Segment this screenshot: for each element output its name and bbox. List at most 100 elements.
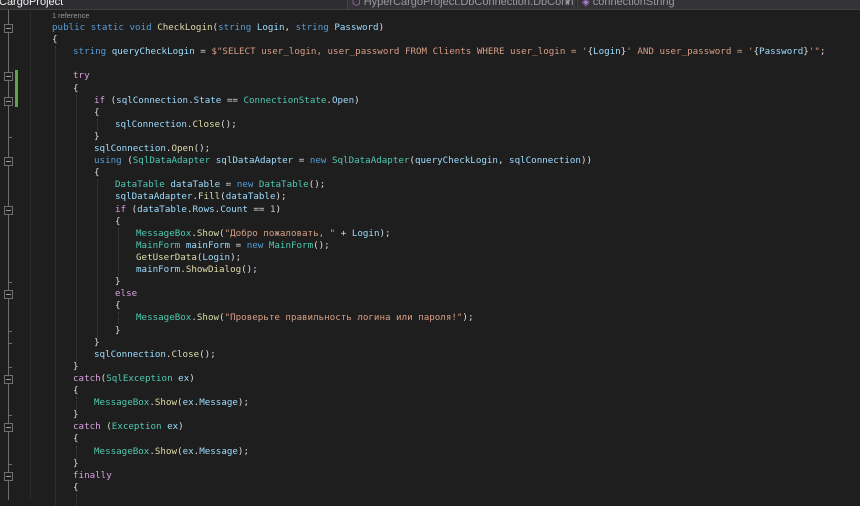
code-line[interactable]: sqlConnection.Close();: [115, 119, 237, 131]
code-token: ' AND user_password = ': [626, 46, 754, 58]
code-line[interactable]: {: [115, 216, 121, 228]
code-line[interactable]: MessageBox.Show("Добро пожаловать, " + L…: [136, 228, 391, 240]
code-token: "Проверьте правильность логина или парол…: [224, 312, 463, 324]
collapse-toggle-icon[interactable]: [4, 96, 13, 106]
code-line[interactable]: }: [73, 409, 79, 421]
indent-guide: [118, 227, 119, 277]
code-token: =: [194, 46, 212, 58]
code-token: Login: [351, 227, 380, 239]
code-line[interactable]: MessageBox.Show(ex.Message);: [94, 446, 249, 458]
code-line[interactable]: }: [73, 458, 79, 470]
code-line[interactable]: }: [94, 131, 100, 143]
code-line[interactable]: using (SqlDataAdapter sqlDataAdapter = n…: [94, 155, 592, 167]
code-token: Show: [154, 445, 178, 457]
code-line[interactable]: if (sqlConnection.State == ConnectionSta…: [94, 95, 360, 107]
code-token: Open: [331, 94, 355, 106]
code-line[interactable]: {: [73, 482, 79, 494]
code-token: ();: [241, 264, 258, 275]
code-line[interactable]: MainForm mainForm = new MainForm();: [136, 240, 330, 252]
code-token: Login: [593, 46, 621, 58]
code-line[interactable]: mainForm.ShowDialog();: [136, 264, 258, 276]
code-token: Message: [199, 445, 238, 457]
code-token: SqlDataAdapter: [331, 155, 410, 167]
code-line[interactable]: {: [94, 107, 100, 119]
editor-margin: [0, 10, 31, 500]
code-token: catch: [73, 372, 101, 384]
code-line[interactable]: DataTable dataTable = new DataTable();: [115, 179, 325, 191]
code-token: "Добро пожаловать, ": [224, 227, 336, 239]
code-line[interactable]: }: [94, 337, 100, 349]
code-token: ): [354, 94, 360, 106]
collapse-toggle-icon[interactable]: [4, 205, 13, 215]
code-token: ex: [182, 445, 194, 457]
collapse-toggle-icon[interactable]: [4, 72, 13, 82]
code-line[interactable]: {: [73, 83, 79, 95]
indent-guide: [76, 445, 77, 458]
code-token: ,: [284, 22, 296, 33]
code-token: mainForm: [185, 239, 231, 251]
code-editor[interactable]: 1 reference public static void CheckLogi…: [0, 10, 860, 506]
fold-end-marker: [8, 330, 12, 332]
collapse-toggle-icon[interactable]: [4, 157, 13, 167]
code-token: ;: [819, 46, 826, 58]
code-line[interactable]: {: [94, 167, 100, 179]
code-token: Show: [196, 227, 220, 239]
code-token: MainForm: [136, 239, 181, 251]
code-token: '": [808, 46, 820, 58]
code-line[interactable]: string queryCheckLogin = $"SELECT user_l…: [73, 46, 825, 58]
code-token: Password: [334, 22, 379, 33]
code-token: queryCheckLogin: [414, 155, 498, 167]
code-token: string: [218, 22, 252, 33]
code-line[interactable]: try: [73, 70, 90, 82]
code-token: MessageBox: [94, 445, 150, 457]
code-line[interactable]: else: [115, 288, 137, 300]
indent-guide: [97, 179, 98, 337]
code-token: Login: [202, 251, 231, 263]
fold-end-marker: [8, 136, 12, 138]
code-line[interactable]: {: [115, 300, 121, 312]
member-dropdown[interactable]: ◈ connectionString: [577, 0, 860, 9]
code-token: (: [100, 421, 112, 433]
collapse-toggle-icon[interactable]: [4, 290, 13, 300]
indent-guide: [97, 118, 98, 131]
code-line[interactable]: sqlConnection.Open();: [94, 143, 210, 155]
code-line[interactable]: finally: [73, 470, 112, 482]
code-token: Password: [759, 46, 804, 58]
collapse-toggle-icon[interactable]: [4, 24, 13, 33]
code-line[interactable]: }: [115, 276, 121, 288]
code-token: {: [52, 34, 58, 46]
code-line[interactable]: MessageBox.Show("Проверьте правильность …: [136, 312, 474, 324]
collapse-toggle-icon[interactable]: [4, 471, 13, 481]
code-token: }: [73, 409, 79, 421]
code-lens-references[interactable]: 1 reference: [52, 12, 89, 20]
code-line[interactable]: {: [73, 433, 79, 445]
code-line[interactable]: {: [73, 385, 79, 397]
code-token: try: [73, 70, 90, 82]
field-icon: ◈: [582, 0, 590, 8]
class-icon: ⬡: [352, 0, 361, 8]
code-line[interactable]: }: [73, 361, 79, 373]
project-dropdown[interactable]: CargoProject: [0, 0, 145, 9]
code-token: ,: [497, 155, 510, 167]
editor-navigation-bar: CargoProject ⬡ HyperCargoProject.DbConnec…: [0, 0, 860, 10]
code-token: Close: [171, 348, 200, 360]
code-line[interactable]: catch(SqlException ex): [73, 373, 195, 385]
code-line[interactable]: }: [115, 325, 121, 337]
code-line[interactable]: sqlDataAdapter.Fill(dataTable);: [115, 191, 287, 203]
code-line[interactable]: {: [52, 34, 58, 46]
code-line[interactable]: GetUserData(Login);: [136, 252, 241, 264]
collapse-toggle-icon[interactable]: [4, 423, 13, 433]
code-line[interactable]: catch (Exception ex): [73, 421, 184, 433]
code-line[interactable]: MessageBox.Show(ex.Message);: [94, 397, 249, 409]
code-token: sqlConnection: [509, 155, 581, 167]
collapse-toggle-icon[interactable]: [4, 374, 13, 384]
code-token: if: [115, 203, 127, 215]
code-token: sqlDataAdapter: [215, 155, 294, 167]
code-token: ==: [221, 94, 244, 106]
code-token: =: [230, 239, 247, 251]
code-line[interactable]: public static void CheckLogin(string Log…: [52, 22, 384, 34]
type-dropdown[interactable]: ⬡HyperCargoProject.DbConnection.DbConnec…: [347, 0, 575, 9]
code-token: =: [293, 155, 310, 167]
code-line[interactable]: sqlConnection.Close();: [94, 349, 216, 361]
code-line[interactable]: if (dataTable.Rows.Count == 1): [115, 204, 281, 216]
